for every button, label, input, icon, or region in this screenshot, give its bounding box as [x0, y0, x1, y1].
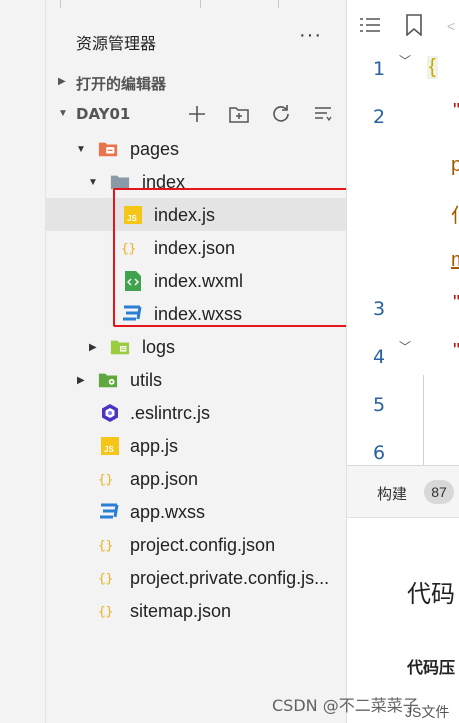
- editor-toolbar: <: [347, 12, 459, 44]
- code-text: 仆: [451, 199, 459, 228]
- open-editors-section[interactable]: ▶ 打开的编辑器: [46, 67, 346, 97]
- code-text: m: [451, 249, 459, 272]
- fold-chevron-icon[interactable]: ﹀: [399, 52, 411, 69]
- tree-item-label: pages: [130, 139, 180, 159]
- svg-text:JS: JS: [104, 445, 114, 454]
- activity-bar: [0, 0, 46, 723]
- panel-subheading: 代码压: [407, 658, 456, 677]
- line-number: 1: [373, 58, 386, 80]
- tree-item-label: logs: [142, 337, 176, 357]
- tree-item-utils[interactable]: ▶ utils: [46, 363, 346, 396]
- tree-item-app-json[interactable]: {}.. app.json: [46, 462, 346, 495]
- tree-item-logs[interactable]: ▶ logs: [46, 330, 346, 363]
- panel-tabs: 构建 87: [347, 466, 459, 518]
- top-tab-edge: [60, 0, 61, 8]
- json-file-icon: {}..: [98, 469, 118, 489]
- outline-icon[interactable]: [359, 16, 381, 41]
- open-editors-label: 打开的编辑器: [76, 75, 167, 93]
- js-file-icon: JS: [100, 436, 120, 456]
- line-number: 4: [373, 346, 386, 368]
- tree-item-project-config[interactable]: {}.. project.config.json: [46, 528, 346, 561]
- folder-pages-icon: [98, 139, 118, 159]
- line-number: 6: [373, 442, 386, 464]
- refresh-icon: [273, 105, 289, 122]
- tree-item-project-private-config[interactable]: {}.. project.private.config.js...: [46, 561, 346, 594]
- collapse-icon: [315, 107, 332, 122]
- chevron-right-icon: ▶: [58, 76, 66, 87]
- json-file-icon: {}..: [98, 535, 118, 555]
- chevron-down-icon: ▼: [76, 144, 86, 155]
- new-file-button[interactable]: [182, 101, 212, 127]
- eslint-icon: [100, 403, 120, 423]
- chevron-right-icon: ▶: [77, 375, 85, 386]
- tree-item-label: sitemap.json: [130, 601, 232, 621]
- tree-item-label: .eslintrc.js: [130, 403, 211, 423]
- editor-panel: < 1 ﹀ 2 3 ﹀ 4 5 6 { " p 仆 m " " 构建 87 代码…: [346, 0, 459, 723]
- tree-item-sitemap[interactable]: {}.. sitemap.json: [46, 594, 346, 627]
- tree-item-label: project.private.config.js...: [130, 568, 330, 588]
- bookmark-icon[interactable]: [405, 14, 423, 41]
- highlight-annotation: [113, 188, 357, 327]
- tree-item-eslintrc[interactable]: .eslintrc.js: [46, 396, 346, 429]
- chevron-right-icon: ▶: [89, 342, 97, 353]
- more-actions-button[interactable]: ···: [299, 24, 322, 47]
- tree-item-label: app.wxss: [130, 502, 206, 522]
- line-number: 5: [373, 394, 386, 416]
- tree-item-pages[interactable]: ▼ pages: [46, 132, 346, 165]
- code-text: ": [453, 340, 459, 363]
- top-tab-edge: [200, 0, 201, 8]
- chevron-down-icon: ▼: [88, 177, 98, 188]
- tree-item-label: app.js: [130, 436, 179, 456]
- json-file-icon: {}..: [98, 568, 118, 588]
- new-folder-button[interactable]: [224, 101, 254, 127]
- line-number-gutter: 1 ﹀ 2 3 ﹀ 4 5 6: [347, 44, 427, 464]
- chevron-down-icon: ▼: [58, 108, 68, 119]
- code-text: ": [453, 100, 459, 123]
- fold-chevron-icon[interactable]: ﹀: [399, 338, 411, 355]
- tree-item-app-js[interactable]: JS app.js: [46, 429, 346, 462]
- explorer-panel: 资源管理器 ··· ▶ 打开的编辑器 ▼ DAY01 ▼ pages ▼ ind…: [46, 0, 346, 723]
- code-text: p: [451, 154, 459, 176]
- code-text: {: [427, 56, 438, 79]
- svg-text:..: ..: [103, 543, 108, 552]
- folder-utils-icon: [98, 370, 118, 390]
- svg-text:..: ..: [103, 477, 108, 486]
- tree-item-label: app.json: [130, 469, 199, 489]
- code-text: ": [453, 292, 459, 315]
- json-file-icon: {}..: [98, 601, 118, 621]
- bottom-panel: 构建 87 代码 代码压 JS文件: [347, 465, 459, 723]
- tree-item-label: utils: [130, 370, 163, 390]
- wxss-file-icon: [99, 502, 119, 522]
- code-area[interactable]: { " p 仆 m " ": [427, 44, 459, 464]
- project-section[interactable]: ▼ DAY01: [46, 99, 346, 129]
- back-arrow-icon[interactable]: <: [447, 18, 455, 34]
- editor-scrollbar[interactable]: [423, 375, 427, 465]
- explorer-title: 资源管理器: [76, 34, 157, 53]
- refresh-button[interactable]: [266, 101, 296, 127]
- panel-heading: 代码: [407, 580, 455, 608]
- line-number: 3: [373, 298, 386, 320]
- watermark: CSDN @不二菜菜子: [272, 696, 419, 715]
- line-number: 2: [373, 106, 386, 128]
- collapse-all-button[interactable]: [308, 101, 338, 127]
- project-label: DAY01: [76, 105, 131, 123]
- explorer-header: 资源管理器 ···: [46, 22, 346, 58]
- top-tab-edge: [278, 0, 279, 8]
- new-folder-icon: [229, 107, 249, 123]
- tree-item-app-wxss[interactable]: app.wxss: [46, 495, 346, 528]
- tab-build[interactable]: 构建: [377, 483, 407, 504]
- folder-logs-icon: [110, 337, 130, 357]
- project-toolbar: [182, 101, 338, 127]
- svg-text:..: ..: [103, 609, 108, 618]
- svg-text:..: ..: [103, 576, 108, 585]
- plus-icon: [189, 106, 205, 122]
- build-count-badge: 87: [424, 480, 454, 504]
- tree-item-label: project.config.json: [130, 535, 276, 555]
